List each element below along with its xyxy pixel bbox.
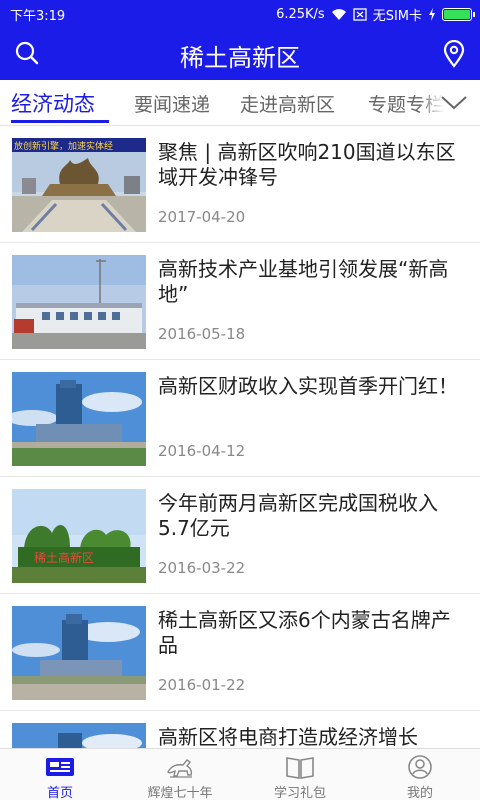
category-tabs: 经济动态 要闻速递 走进高新区 专题专栏 [0,80,480,126]
status-icons: 6.25K/s 无SIM卡 [276,5,475,24]
article-title: 高新区将电商打造成经济增长 [158,725,418,748]
topiary-sign-image: 稀土高新区 [12,489,146,583]
horse-icon [167,759,193,778]
article-title: 今年前两月高新区完成国税收入5.7亿元 [158,491,438,540]
article-date: 2016-03-22 [158,559,246,577]
article-title: 高新区财政收入实现首季开门红！ [158,374,458,398]
article-title: 聚焦 | 高新区吹响210国道以东区域开发冲锋号 [158,140,456,189]
chevron-down-icon[interactable] [440,92,468,112]
tab-about-district[interactable]: 走进高新区 [240,90,335,117]
wifi-icon [331,9,346,20]
article-item[interactable]: 稀土高新区 今年前两月高新区完成国税收入5.7亿元 2016-03-22 [0,477,480,594]
battery-level [444,10,470,19]
article-item[interactable]: 高新技术产业基地引领发展“新高地” 2016-05-18 [0,243,480,360]
nav-home[interactable]: 首页 [0,749,120,800]
government-tower-image [12,723,146,748]
nav-label: 学习礼包 [273,786,326,800]
article-title: 稀土高新区又添6个内蒙古名牌产品 [158,608,451,657]
nav-label: 我的 [406,786,433,800]
tab-economy[interactable]: 经济动态 [11,88,95,118]
article-item[interactable]: 高新区将电商打造成经济增长 [0,711,480,748]
thumb-caption: 放创新引擎，加速实体经 [14,140,113,152]
charging-icon [429,8,435,21]
article-list: 放创新引擎，加速实体经 聚焦 | 高新区吹响210国道以东区域开发冲锋号 201… [0,126,480,748]
nav-study-pack[interactable]: 学习礼包 [240,749,360,800]
article-thumbnail: 放创新引擎，加速实体经 [12,138,146,232]
nav-label: 首页 [46,786,73,800]
article-thumbnail: 稀土高新区 [12,489,146,583]
location-pin-icon[interactable] [442,40,466,68]
industrial-building-image [12,255,146,349]
net-speed: 6.25K/s [276,7,325,22]
bottom-nav: 首页 辉煌七十年 学习礼包 我的 [0,748,480,800]
government-tower-image [12,606,146,700]
article-thumbnail [12,723,146,748]
status-bar: 下午3:19 6.25K/s 无SIM卡 [0,0,480,26]
thumb-caption: 稀土高新区 [34,550,94,565]
sim-status: 无SIM卡 [372,9,422,24]
article-date: 2016-01-22 [158,676,246,694]
active-tab-indicator [11,120,109,123]
app-header: 稀土高新区 [0,26,480,80]
news-icon [46,758,74,776]
status-time: 下午3:19 [10,9,66,24]
article-date: 2016-04-12 [158,442,246,460]
article-item[interactable]: 高新区财政收入实现首季开门红！ 2016-04-12 [0,360,480,477]
article-thumbnail [12,606,146,700]
article-item[interactable]: 稀土高新区又添6个内蒙古名牌产品 2016-01-22 [0,594,480,711]
article-item[interactable]: 放创新引擎，加速实体经 聚焦 | 高新区吹响210国道以东区域开发冲锋号 201… [0,126,480,243]
nav-label: 辉煌七十年 [147,786,213,800]
user-icon [408,755,432,779]
article-thumbnail [12,372,146,466]
page-title: 稀土高新区 [180,44,300,72]
nav-mine[interactable]: 我的 [360,749,480,800]
article-thumbnail [12,255,146,349]
nav-seventy-years[interactable]: 辉煌七十年 [120,749,240,800]
article-title: 高新技术产业基地引领发展“新高地” [158,257,449,306]
book-icon [286,757,314,779]
battery-icon [442,8,475,21]
sim-card-icon [353,8,367,21]
tab-news[interactable]: 要闻速递 [134,90,210,117]
article-date: 2017-04-20 [158,208,246,226]
sculpture-plaza-image: 放创新引擎，加速实体经 [12,138,146,232]
government-tower-image [12,372,146,466]
article-date: 2016-05-18 [158,325,246,343]
